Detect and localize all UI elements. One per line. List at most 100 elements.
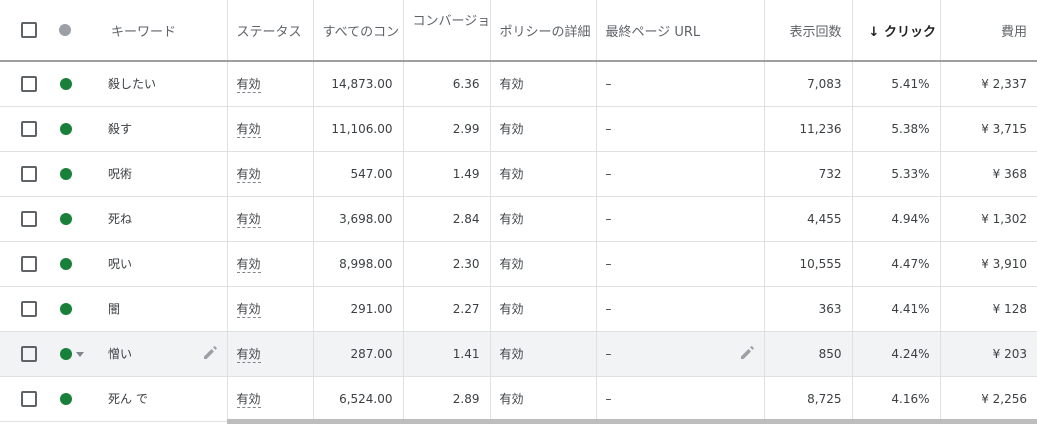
cost-cell: ¥ 1,302 <box>939 196 1037 242</box>
header-cost[interactable]: 費用 <box>939 0 1037 62</box>
table-row[interactable]: 死ん で 有効 6,524.00 2.89 有効 – 8,725 4.16% ¥… <box>0 376 1037 422</box>
impressions-cell: 850 <box>763 331 852 377</box>
row-checkbox[interactable] <box>21 165 37 182</box>
table-row-hovered[interactable]: 憎い 有効 287.00 1.41 有効 – 850 4.24% ¥ 203 <box>0 331 1037 377</box>
horizontal-scrollbar[interactable] <box>227 419 1037 424</box>
header-ctr-label: クリック <box>883 24 936 40</box>
cost-cell: ¥ 128 <box>939 286 1037 332</box>
final-url-cell[interactable]: – <box>595 286 764 332</box>
status-cell[interactable]: 有効 <box>226 61 313 107</box>
final-url-value: – <box>605 211 612 226</box>
status-text[interactable]: 有効 <box>236 212 261 228</box>
status-dot-icon[interactable] <box>60 168 72 180</box>
keyword-cell[interactable]: 殺したい <box>86 61 227 107</box>
header-conversions[interactable]: コンバージョ <box>402 0 490 62</box>
status-dot-icon[interactable] <box>60 123 72 135</box>
keyword-cell[interactable]: 闇 <box>86 286 227 332</box>
all-conversions-value: 6,524.00 <box>339 391 393 406</box>
status-text[interactable]: 有効 <box>236 167 261 183</box>
status-dot-icon[interactable] <box>60 303 72 315</box>
table-row[interactable]: 闇 有効 291.00 2.27 有効 – 363 4.41% ¥ 128 <box>0 286 1037 332</box>
row-checkbox[interactable] <box>21 210 37 227</box>
final-url-cell[interactable]: – <box>595 61 764 107</box>
status-text[interactable]: 有効 <box>236 77 261 94</box>
conversions-cell: 2.84 <box>402 196 490 242</box>
status-dot-icon[interactable] <box>60 213 72 225</box>
header-impressions-label: 表示回数 <box>789 24 842 40</box>
final-url-cell[interactable]: – <box>595 196 764 242</box>
ctr-cell: 4.24% <box>851 331 940 377</box>
impressions-value: 11,236 <box>799 121 842 136</box>
table-row[interactable]: 呪術 有効 547.00 1.49 有効 – 732 5.33% ¥ 368 <box>0 151 1037 197</box>
keyword-cell[interactable]: 呪い <box>86 241 227 287</box>
header-final-url[interactable]: 最終ページ URL <box>595 0 764 62</box>
table-row[interactable]: 殺す 有効 11,106.00 2.99 有効 – 11,236 5.38% ¥… <box>0 106 1037 152</box>
status-dot-icon[interactable] <box>60 78 72 91</box>
final-url-cell[interactable]: – <box>595 106 764 152</box>
header-impressions[interactable]: 表示回数 <box>763 0 852 62</box>
keyword-cell[interactable]: 死ね <box>86 196 227 242</box>
final-url-cell[interactable]: – <box>595 241 764 287</box>
status-cell[interactable]: 有効 <box>226 286 313 332</box>
table-row[interactable]: 呪い 有効 8,998.00 2.30 有効 – 10,555 4.47% ¥ … <box>0 241 1037 287</box>
cost-cell: ¥ 3,910 <box>939 241 1037 287</box>
caret-down-icon[interactable] <box>76 351 84 357</box>
all-conversions-value: 547.00 <box>350 166 393 181</box>
final-url-cell[interactable]: – <box>595 151 764 197</box>
status-dot-icon[interactable] <box>59 24 71 36</box>
select-all-checkbox[interactable] <box>21 22 37 38</box>
status-text[interactable]: 有効 <box>236 257 261 273</box>
conversions-cell: 6.36 <box>402 61 490 107</box>
row-checkbox[interactable] <box>21 75 37 92</box>
status-cell[interactable]: 有効 <box>226 151 313 197</box>
all-conversions-value: 287.00 <box>350 346 393 361</box>
status-text[interactable]: 有効 <box>236 122 261 138</box>
final-url-value: – <box>605 76 612 91</box>
status-dot-icon[interactable] <box>60 393 72 405</box>
pencil-icon[interactable] <box>740 345 754 360</box>
final-url-value: – <box>605 391 612 406</box>
row-select-cell <box>0 331 46 377</box>
pencil-icon[interactable] <box>203 345 217 360</box>
row-checkbox[interactable] <box>21 120 37 137</box>
status-cell[interactable]: 有効 <box>226 376 313 422</box>
final-url-cell[interactable]: – <box>595 376 764 422</box>
header-all-conversions[interactable]: すべてのコン <box>312 0 403 62</box>
keyword-cell[interactable]: 呪術 <box>86 151 227 197</box>
status-dot-icon[interactable] <box>60 258 72 270</box>
header-keyword[interactable]: キーワード <box>86 0 227 62</box>
status-text[interactable]: 有効 <box>236 392 261 408</box>
status-cell[interactable]: 有効 <box>226 241 313 287</box>
cost-value: ¥ 203 <box>992 346 1027 361</box>
status-dot-icon[interactable] <box>60 348 72 360</box>
status-cell[interactable]: 有効 <box>226 196 313 242</box>
header-ctr[interactable]: ↓ クリック <box>851 0 940 62</box>
table-row[interactable]: 殺したい 有効 14,873.00 6.36 有効 – 7,083 5.41% … <box>0 61 1037 107</box>
cost-cell: ¥ 3,715 <box>939 106 1037 152</box>
keyword-cell[interactable]: 憎い <box>86 331 227 377</box>
header-status[interactable]: ステータス <box>226 0 313 62</box>
all-conversions-cell: 287.00 <box>312 331 403 377</box>
status-text[interactable]: 有効 <box>236 302 261 318</box>
sort-down-arrow: ↓ <box>868 24 880 40</box>
header-status-label: ステータス <box>236 24 302 40</box>
header-cost-label: 費用 <box>1000 24 1027 40</box>
keyword-cell[interactable]: 殺す <box>86 106 227 152</box>
status-cell[interactable]: 有効 <box>226 106 313 152</box>
row-checkbox[interactable] <box>21 345 37 362</box>
row-status-cell <box>46 286 86 332</box>
all-conversions-cell: 14,873.00 <box>312 61 403 107</box>
row-checkbox[interactable] <box>21 255 37 272</box>
keyword-cell[interactable]: 死ん で <box>86 376 227 422</box>
status-text[interactable]: 有効 <box>236 347 261 363</box>
header-policy-details[interactable]: ポリシーの詳細 <box>489 0 596 62</box>
keyword-text: 殺す <box>108 122 133 136</box>
status-cell[interactable]: 有効 <box>226 331 313 377</box>
row-checkbox[interactable] <box>21 300 37 317</box>
policy-cell: 有効 <box>489 376 596 422</box>
row-checkbox[interactable] <box>21 390 37 407</box>
table-row[interactable]: 死ね 有効 3,698.00 2.84 有効 – 4,455 4.94% ¥ 1… <box>0 196 1037 242</box>
final-url-cell[interactable]: – <box>595 331 764 377</box>
keyword-text: 死ん で <box>108 392 148 406</box>
row-select-cell <box>0 61 46 107</box>
